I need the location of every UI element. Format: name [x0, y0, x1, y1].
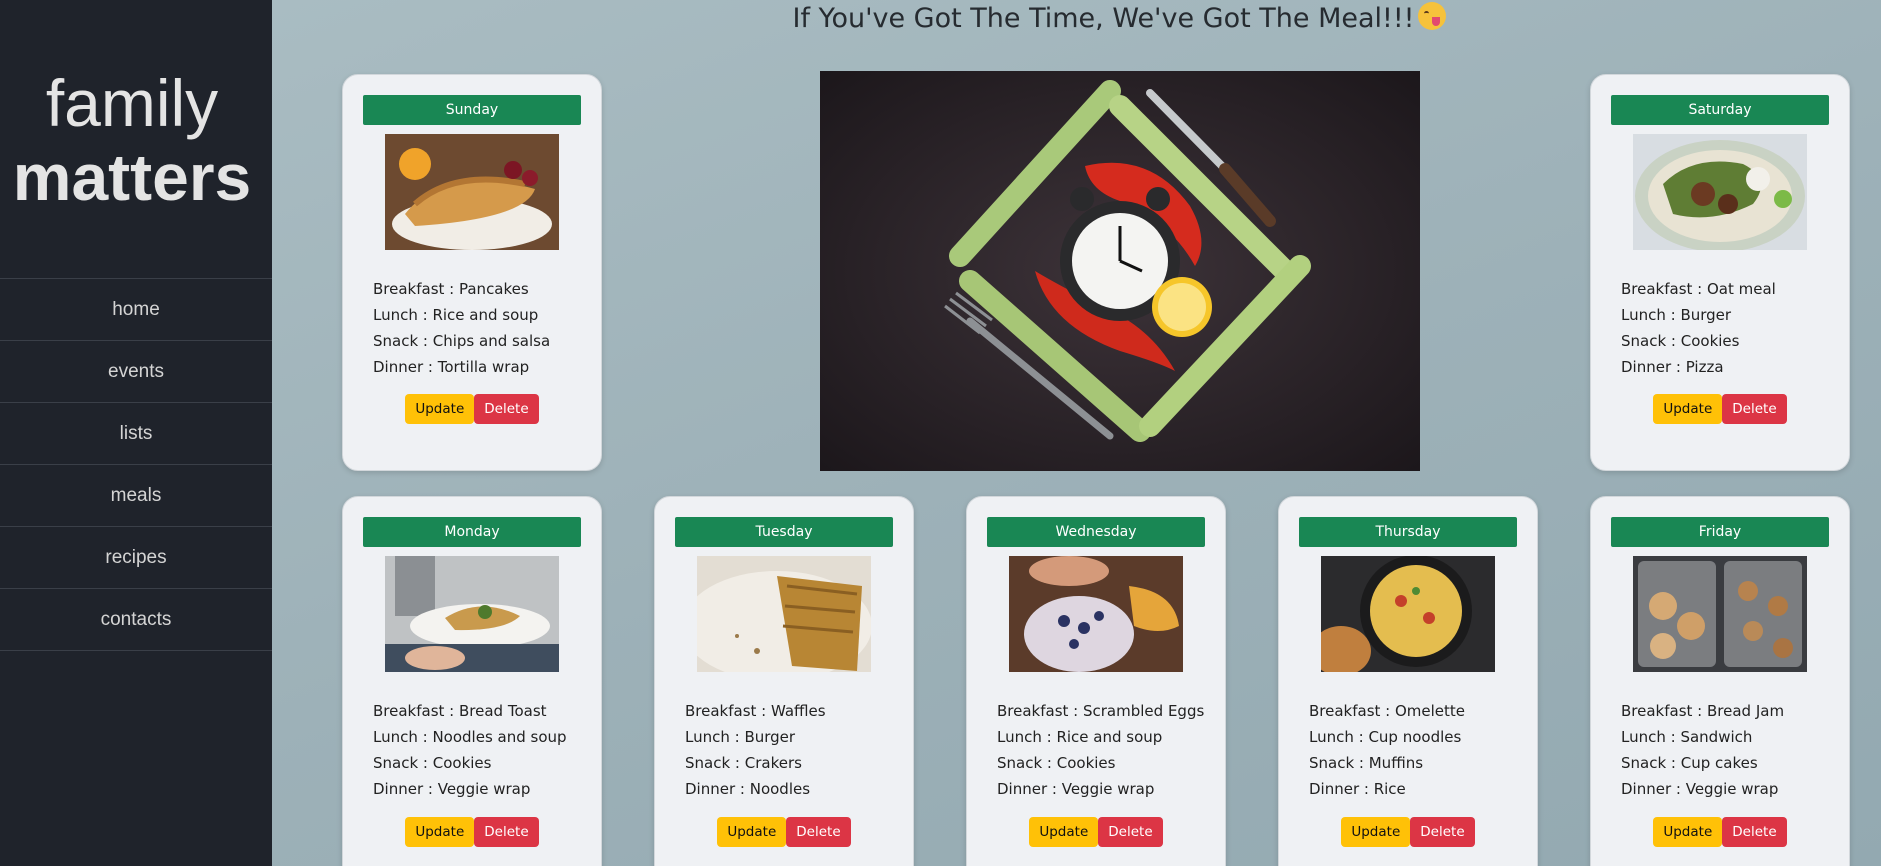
update-button[interactable]: Update	[1653, 394, 1723, 424]
meal-list: Breakfast : Omelette Lunch : Cup noodles…	[1309, 698, 1465, 802]
snack-item: Snack : Crakers	[685, 754, 802, 772]
day-card-monday: Monday Breakfast : Bread Toast Lunch : N…	[342, 496, 602, 866]
delete-button[interactable]: Delete	[474, 817, 539, 847]
meal-image	[385, 134, 559, 250]
breakfast-item: Breakfast : Pancakes	[373, 280, 529, 298]
delete-button[interactable]: Delete	[1722, 817, 1787, 847]
meal-image	[1633, 134, 1807, 250]
meal-image	[385, 556, 559, 672]
meal-list: Breakfast : Pancakes Lunch : Rice and so…	[373, 276, 550, 380]
meal-image	[1633, 556, 1807, 672]
meal-list: Breakfast : Bread Toast Lunch : Noodles …	[373, 698, 567, 802]
logo-matters: matters	[12, 140, 252, 214]
meal-list: Breakfast : Waffles Lunch : Burger Snack…	[685, 698, 826, 802]
sidebar-nav: home events lists meals recipes contacts	[0, 278, 272, 651]
card-actions: Update Delete	[343, 817, 601, 847]
logo[interactable]: family matters	[0, 68, 264, 212]
card-actions: Update Delete	[1591, 394, 1849, 424]
page-title-text: If You've Got The Time, We've Got The Me…	[792, 3, 1415, 34]
update-button[interactable]: Update	[405, 817, 475, 847]
breakfast-item: Breakfast : Bread Jam	[1621, 702, 1785, 720]
dinner-item: Dinner : Veggie wrap	[1621, 780, 1779, 798]
delete-button[interactable]: Delete	[786, 817, 851, 847]
meal-list: Breakfast : Bread Jam Lunch : Sandwich S…	[1621, 698, 1784, 802]
day-badge: Tuesday	[675, 517, 893, 547]
breakfast-item: Breakfast : Bread Toast	[373, 702, 547, 720]
delete-button[interactable]: Delete	[1098, 817, 1163, 847]
day-card-thursday: Thursday Breakfast : Omelette Lunch : Cu…	[1278, 496, 1538, 866]
card-actions: Update Delete	[655, 817, 913, 847]
card-actions: Update Delete	[967, 817, 1225, 847]
meal-image	[697, 556, 871, 672]
hero-image	[820, 71, 1420, 471]
dinner-item: Dinner : Pizza	[1621, 358, 1724, 376]
nav-item-events[interactable]: events	[0, 341, 272, 403]
snack-item: Snack : Cup cakes	[1621, 754, 1758, 772]
lunch-item: Lunch : Rice and soup	[997, 728, 1163, 746]
breakfast-item: Breakfast : Oat meal	[1621, 280, 1776, 298]
day-card-friday: Friday Breakfast : Bread Jam Lunch : San…	[1590, 496, 1850, 866]
update-button[interactable]: Update	[1341, 817, 1411, 847]
snack-item: Snack : Chips and salsa	[373, 332, 551, 350]
day-card-wednesday: Wednesday Breakfast : Scrambled Eggs Lun…	[966, 496, 1226, 866]
breakfast-item: Breakfast : Waffles	[685, 702, 826, 720]
breakfast-item: Breakfast : Scrambled Eggs	[997, 702, 1205, 720]
main-content: If You've Got The Time, We've Got The Me…	[272, 0, 1881, 866]
logo-family: family	[45, 66, 219, 140]
meal-image	[1321, 556, 1495, 672]
delete-button[interactable]: Delete	[1410, 817, 1475, 847]
nav-item-meals[interactable]: meals	[0, 465, 272, 527]
lunch-item: Lunch : Sandwich	[1621, 728, 1753, 746]
lunch-item: Lunch : Rice and soup	[373, 306, 539, 324]
update-button[interactable]: Update	[1653, 817, 1723, 847]
snack-item: Snack : Cookies	[373, 754, 492, 772]
dinner-item: Dinner : Veggie wrap	[373, 780, 531, 798]
lunch-item: Lunch : Noodles and soup	[373, 728, 567, 746]
day-card-saturday: Saturday Breakfast : Oat meal Lunch : Bu…	[1590, 74, 1850, 471]
nav-item-home[interactable]: home	[0, 279, 272, 341]
meal-image	[1009, 556, 1183, 672]
lunch-item: Lunch : Burger	[1621, 306, 1732, 324]
meal-list: Breakfast : Scrambled Eggs Lunch : Rice …	[997, 698, 1204, 802]
snack-item: Snack : Cookies	[997, 754, 1116, 772]
day-badge: Monday	[363, 517, 581, 547]
delete-button[interactable]: Delete	[1722, 394, 1787, 424]
day-badge: Saturday	[1611, 95, 1829, 125]
lunch-item: Lunch : Burger	[685, 728, 796, 746]
breakfast-item: Breakfast : Omelette	[1309, 702, 1466, 720]
day-badge: Wednesday	[987, 517, 1205, 547]
delete-button[interactable]: Delete	[474, 394, 539, 424]
page-title: If You've Got The Time, We've Got The Me…	[272, 2, 1881, 34]
update-button[interactable]: Update	[717, 817, 787, 847]
update-button[interactable]: Update	[1029, 817, 1099, 847]
dinner-item: Dinner : Tortilla wrap	[373, 358, 530, 376]
card-actions: Update Delete	[1279, 817, 1537, 847]
snack-item: Snack : Muffins	[1309, 754, 1424, 772]
day-card-tuesday: Tuesday Breakfast : Waffles Lunch : Burg…	[654, 496, 914, 866]
day-badge: Thursday	[1299, 517, 1517, 547]
nav-item-lists[interactable]: lists	[0, 403, 272, 465]
day-badge: Friday	[1611, 517, 1829, 547]
card-actions: Update Delete	[1591, 817, 1849, 847]
dinner-item: Dinner : Noodles	[685, 780, 811, 798]
snack-item: Snack : Cookies	[1621, 332, 1740, 350]
nav-item-contacts[interactable]: contacts	[0, 589, 272, 651]
day-badge: Sunday	[363, 95, 581, 125]
yum-emoji-icon	[1417, 2, 1446, 30]
meal-list: Breakfast : Oat meal Lunch : Burger Snac…	[1621, 276, 1776, 380]
nav-item-recipes[interactable]: recipes	[0, 527, 272, 589]
sidebar: family matters home events lists meals r…	[0, 0, 272, 866]
dinner-item: Dinner : Rice	[1309, 780, 1406, 798]
dinner-item: Dinner : Veggie wrap	[997, 780, 1155, 798]
day-card-sunday: Sunday Breakfast : Pancakes Lunch : Rice…	[342, 74, 602, 471]
update-button[interactable]: Update	[405, 394, 475, 424]
card-actions: Update Delete	[343, 394, 601, 424]
lunch-item: Lunch : Cup noodles	[1309, 728, 1462, 746]
